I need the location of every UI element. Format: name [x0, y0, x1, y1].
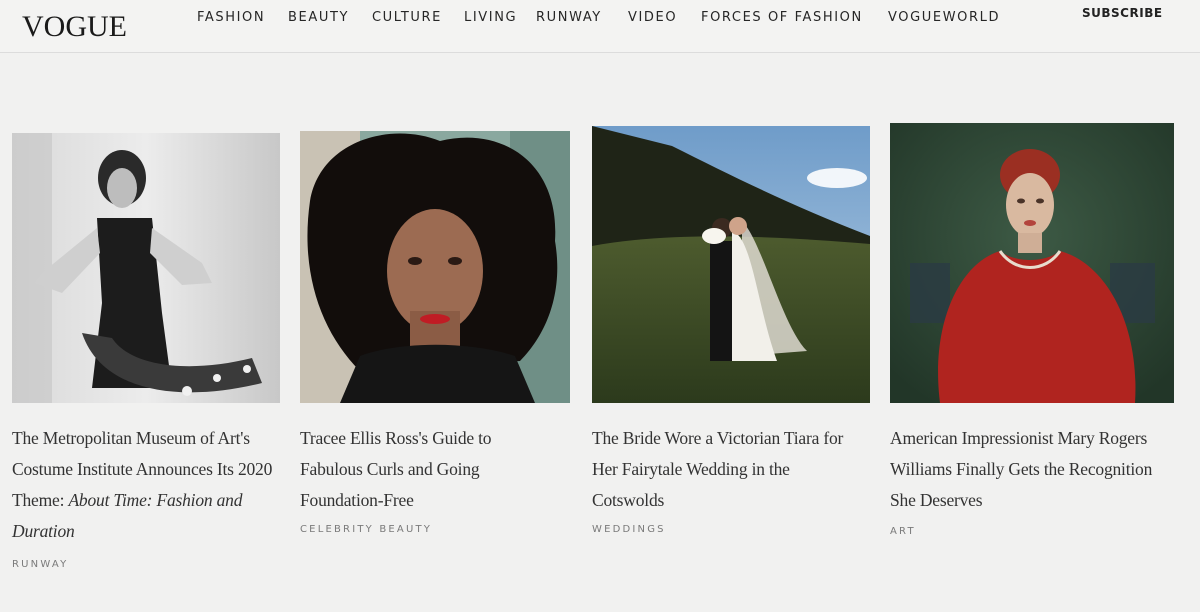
story-card: The Metropolitan Museum of Art's Costume…: [12, 133, 280, 583]
story-category[interactable]: WEDDINGS: [592, 524, 666, 535]
story-image-cotswolds-wedding[interactable]: [592, 126, 870, 403]
story-title[interactable]: The Metropolitan Museum of Art's Costume…: [12, 423, 282, 547]
nav-vogueworld[interactable]: VOGUEWORLD: [888, 10, 1000, 25]
story-card: Tracee Ellis Ross's Guide to Fabulous Cu…: [300, 131, 570, 551]
story-card: American Impressionist Mary Rogers Willi…: [890, 123, 1175, 543]
story-card: The Bride Wore a Victorian Tiara for Her…: [592, 126, 870, 546]
nav-living[interactable]: LIVING: [464, 10, 517, 25]
story-title[interactable]: American Impressionist Mary Rogers Willi…: [890, 423, 1155, 516]
story-category[interactable]: ART: [890, 526, 916, 537]
story-image-met-gala[interactable]: [12, 133, 280, 403]
subscribe-button[interactable]: SUBSCRIBE: [1082, 6, 1163, 20]
nav-video[interactable]: VIDEO: [628, 10, 677, 25]
story-category[interactable]: RUNWAY: [12, 559, 68, 570]
story-title[interactable]: Tracee Ellis Ross's Guide to Fabulous Cu…: [300, 423, 540, 516]
nav-runway[interactable]: RUNWAY: [536, 10, 602, 25]
vogue-logo[interactable]: VOGUE: [22, 10, 127, 44]
nav-beauty[interactable]: BEAUTY: [288, 10, 349, 25]
story-image-tracee-ellis-ross[interactable]: [300, 131, 570, 403]
story-category[interactable]: CELEBRITY BEAUTY: [300, 524, 432, 535]
story-title[interactable]: The Bride Wore a Victorian Tiara for Her…: [592, 423, 854, 516]
site-header: VOGUE FASHION BEAUTY CULTURE LIVING RUNW…: [0, 0, 1200, 53]
nav-culture[interactable]: CULTURE: [372, 10, 442, 25]
story-image-mary-rogers-williams[interactable]: [890, 123, 1174, 403]
nav-forces-of-fashion[interactable]: FORCES OF FASHION: [701, 10, 863, 25]
nav-fashion[interactable]: FASHION: [197, 10, 265, 25]
